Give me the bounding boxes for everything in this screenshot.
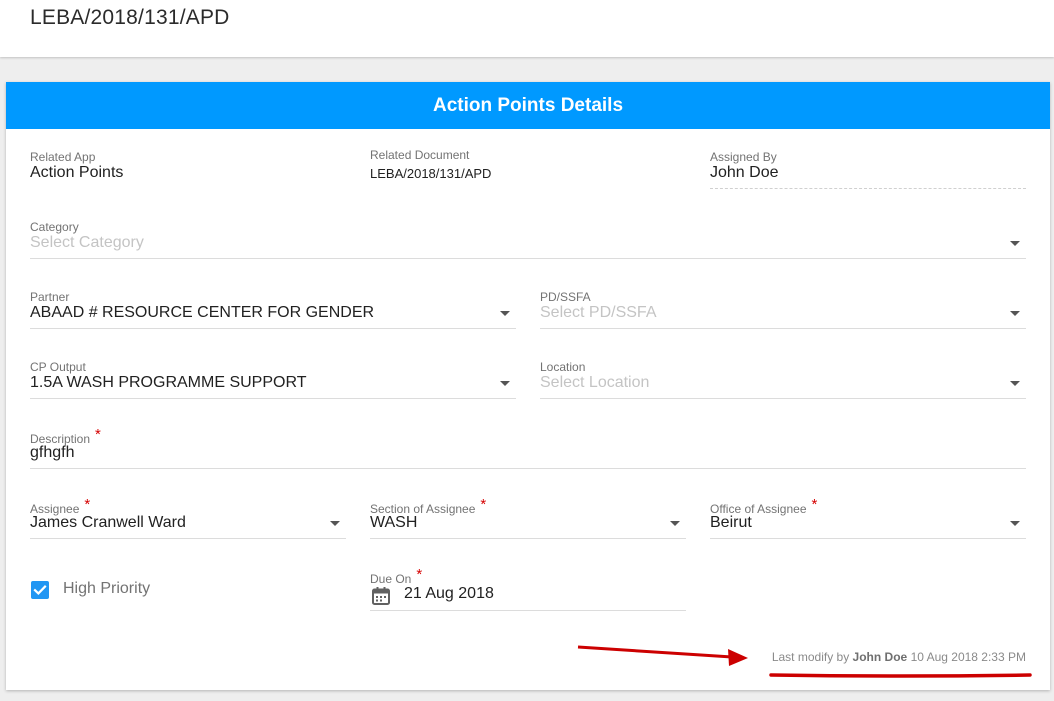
caret-down-icon [1010,311,1020,316]
category-select[interactable]: Category Select Category [30,220,1026,260]
cp-output-underline [30,398,516,399]
caret-down-icon [500,381,510,386]
location-select[interactable]: Location Select Location [540,360,1026,400]
high-priority-label[interactable]: High Priority [63,580,150,598]
high-priority-checkbox[interactable] [31,581,49,599]
caret-down-icon [1010,381,1020,386]
category-underline [30,258,1026,259]
pd-ssfa-select[interactable]: PD/SSFA Select PD/SSFA [540,290,1026,330]
related-document-field: Related Document LEBA/2018/131/APD [370,148,670,188]
location-underline [540,398,1026,399]
partner-value: ABAAD # RESOURCE CENTER FOR GENDER [30,304,375,321]
office-of-assignee-underline [710,538,1026,539]
required-marker: * [95,426,101,443]
category-label: Category [30,220,79,234]
section-of-assignee-underline [370,538,686,539]
page-header: LEBA/2018/131/APD [0,0,1054,57]
due-on-value: 21 Aug 2018 [404,585,494,602]
required-marker: * [480,496,487,513]
last-modified-timestamp: 10 Aug 2018 2:33 PM [910,650,1026,664]
related-app-value: Action Points [30,164,124,181]
page-title: LEBA/2018/131/APD [30,6,230,29]
cp-output-value: 1.5A WASH PROGRAMME SUPPORT [30,374,307,391]
due-on-underline [370,610,686,611]
checkmark-icon [33,585,47,595]
section-of-assignee-select[interactable]: Section of Assignee * WASH [370,496,686,540]
caret-down-icon [1010,521,1020,526]
required-marker: * [811,496,818,513]
office-of-assignee-select[interactable]: Office of Assignee * Beirut [710,496,1026,540]
pd-ssfa-label: PD/SSFA [540,290,591,304]
office-of-assignee-value: Beirut [710,514,752,531]
assignee-select[interactable]: Assignee * James Cranwell Ward [30,496,346,540]
related-document-link[interactable]: LEBA/2018/131/APD [370,166,491,181]
caret-down-icon [330,521,340,526]
assignee-underline [30,538,346,539]
last-modified-user: John Doe [852,650,908,664]
action-points-card: Action Points Details Related App Action… [6,82,1050,690]
partner-select[interactable]: Partner ABAAD # RESOURCE CENTER FOR GEND… [30,290,516,330]
description-underline [30,468,1026,469]
caret-down-icon [500,311,510,316]
assignee-value: James Cranwell Ward [30,514,186,531]
description-input[interactable]: Description * gfhgfh [30,426,1026,470]
pd-ssfa-placeholder: Select PD/SSFA [540,304,657,321]
assigned-by-label: Assigned By [710,150,777,164]
location-label: Location [540,360,586,374]
location-placeholder: Select Location [540,374,650,391]
due-on-datepicker[interactable]: Due On * 21 Aug 2018 [370,566,686,612]
calendar-icon[interactable] [370,585,392,607]
last-modified-prefix: Last modify by [771,650,850,664]
related-document-label: Related Document [370,148,470,162]
cp-output-label: CP Output [30,360,86,374]
required-marker: * [84,496,91,513]
required-marker: * [416,566,423,583]
related-app-label: Related App [30,150,96,164]
caret-down-icon [1010,241,1020,246]
related-app-field: Related App Action Points [30,150,330,190]
section-of-assignee-value: WASH [370,514,418,531]
cp-output-select[interactable]: CP Output 1.5A WASH PROGRAMME SUPPORT [30,360,516,400]
pd-ssfa-underline [540,328,1026,329]
partner-label: Partner [30,290,70,304]
assigned-by-underline [710,188,1026,189]
assigned-by-value: John Doe [710,164,779,181]
last-modified-note: Last modify by John Doe 10 Aug 2018 2:33… [772,650,1026,664]
caret-down-icon [670,521,680,526]
category-placeholder: Select Category [30,234,144,251]
card-header: Action Points Details [6,82,1050,129]
partner-underline [30,328,516,329]
description-value: gfhgfh [30,444,75,461]
assigned-by-field: Assigned By John Doe [710,150,1026,190]
